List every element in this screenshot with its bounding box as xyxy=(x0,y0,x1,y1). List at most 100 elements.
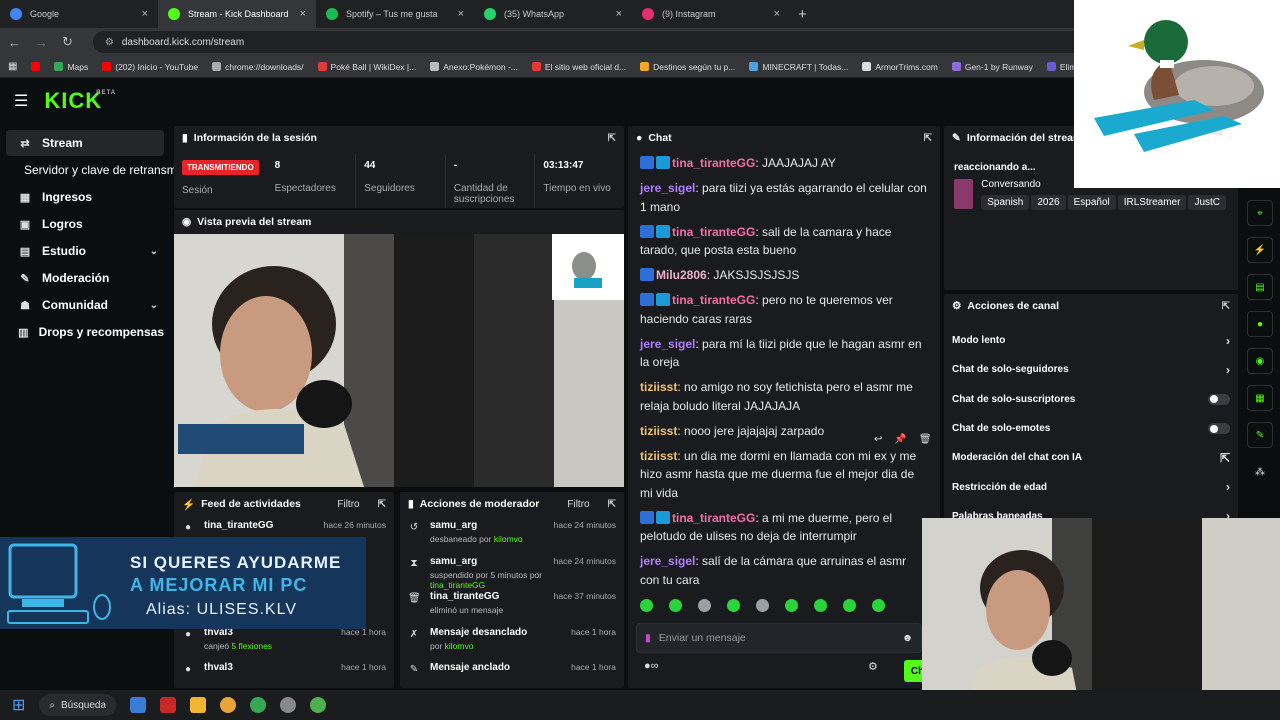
chat-username[interactable]: tiziisst xyxy=(640,449,677,463)
external-link-icon[interactable]: ⇱ xyxy=(1220,451,1230,465)
channel-action-row[interactable]: Modo lento › xyxy=(944,326,1238,355)
target-icon[interactable]: ⌖ xyxy=(1247,200,1273,226)
chat-message[interactable]: Milu2806: JAKSJSJSJSJS xyxy=(640,266,928,285)
sidebar-item[interactable]: ▥ Drops y recompensas xyxy=(6,319,164,345)
emote-icon[interactable] xyxy=(814,599,827,612)
chevron-right-icon[interactable]: › xyxy=(1226,334,1230,348)
task-view-icon[interactable] xyxy=(130,697,147,713)
chat-username[interactable]: tina_tiranteGG xyxy=(672,511,755,525)
clipboard-icon[interactable]: ▤ xyxy=(1247,274,1273,300)
chevron-right-icon[interactable]: › xyxy=(1226,480,1230,494)
chat-username[interactable]: tina_tiranteGG xyxy=(672,156,755,170)
drops-icon[interactable]: ⁂ xyxy=(1247,459,1273,485)
kick-logo[interactable]: KICK BETA xyxy=(44,88,115,114)
sidebar-item[interactable]: ⇄ Stream xyxy=(6,130,164,156)
reload-icon[interactable]: ↻ xyxy=(62,34,73,50)
close-tab-icon[interactable]: × xyxy=(616,8,622,20)
expand-icon[interactable]: ⇱ xyxy=(608,133,616,144)
sidebar-item[interactable]: ▣ Logros xyxy=(6,211,164,237)
channel-action-row[interactable]: Chat de solo-emotes xyxy=(944,414,1238,443)
chat-message-list[interactable]: tina_tiranteGG: JAAJAJAJ AY jere_sigel: p… xyxy=(628,150,940,589)
site-info-icon[interactable]: ⚙ xyxy=(105,37,114,48)
stream-tag[interactable]: IRLStreamer xyxy=(1117,195,1187,210)
chevron-down-icon[interactable]: ⌄ xyxy=(150,246,158,257)
expand-icon[interactable]: ⇱ xyxy=(378,499,386,510)
chevron-right-icon[interactable]: › xyxy=(1226,509,1230,518)
chat-username[interactable]: tina_tiranteGG xyxy=(672,293,755,307)
sidebar-item[interactable]: ▤ Estudio ⌄ xyxy=(6,238,164,264)
item-detail-highlight[interactable]: tina_tiranteGG xyxy=(430,580,485,590)
chat-username[interactable]: jere_sigel xyxy=(640,337,695,351)
sidebar-item[interactable]: ▦ Ingresos xyxy=(6,184,164,210)
chat-input[interactable]: ▮ Enviar un mensaje ☻ xyxy=(636,623,922,653)
back-icon[interactable]: ← xyxy=(8,35,21,50)
bookmark-item[interactable]: El sitio web oficial d... xyxy=(531,62,626,72)
list-item[interactable]: ● thval3 hace 1 hora xyxy=(174,658,394,688)
stream-tag[interactable]: JustC xyxy=(1188,195,1226,210)
apps-icon[interactable]: ▦ xyxy=(8,61,17,72)
chat-message[interactable]: tiziisst: un dia me dormi en llamada con… xyxy=(640,447,928,503)
settings-gear-icon[interactable]: ⚙ xyxy=(868,660,878,673)
close-tab-icon[interactable]: × xyxy=(774,8,780,20)
bookmark-item[interactable]: chrome://downloads/ xyxy=(212,62,304,72)
filter-button[interactable]: Filtro xyxy=(337,499,359,510)
bookmark-item[interactable]: Destinos según tu p... xyxy=(640,62,735,72)
bookmark-youtube-icon[interactable] xyxy=(31,62,41,71)
bookmark-item[interactable]: Poké Ball | WikiDex |... xyxy=(317,62,416,72)
list-item[interactable]: ✗ Mensaje desanclado por kilomvo hace 1 hor… xyxy=(400,623,624,659)
browser-tab[interactable]: Google × xyxy=(0,0,158,28)
browser-tab[interactable]: Spotify – Tus me gusta × xyxy=(316,0,474,28)
stream-tag[interactable]: Español xyxy=(1067,195,1116,210)
file-explorer-icon[interactable] xyxy=(190,697,207,713)
reply-icon[interactable]: ↩ xyxy=(874,434,882,445)
chat-message[interactable]: tina_tiranteGG: pero no te queremos ver … xyxy=(640,291,928,328)
taskbar-search[interactable]: ⌕ Búsqueda xyxy=(39,694,117,716)
emote-icon[interactable] xyxy=(698,599,711,612)
chat-message[interactable]: jere_sigel: para mí la tiizi pide que le… xyxy=(640,335,928,372)
expand-icon[interactable]: ⇱ xyxy=(608,499,616,510)
chat-message[interactable]: tina_tiranteGG: JAAJAJAJ AY xyxy=(640,154,928,173)
wrench-icon[interactable]: ✎ xyxy=(1247,422,1273,448)
bolt-icon[interactable]: ⚡ xyxy=(1247,237,1273,263)
chrome-alt-icon[interactable] xyxy=(310,697,327,713)
item-detail-highlight[interactable]: kilomvo xyxy=(494,534,523,544)
copy-icon[interactable]: ▦ xyxy=(1247,385,1273,411)
settings-icon[interactable] xyxy=(280,697,297,713)
bookmark-item[interactable]: ArmorTrims.com xyxy=(862,62,938,72)
chat-username[interactable]: jere_sigel xyxy=(640,181,695,195)
stream-tag[interactable]: Spanish xyxy=(981,195,1030,210)
close-tab-icon[interactable]: × xyxy=(300,8,306,20)
chat-message[interactable]: jere_sigel: para tiizi ya estás agarrand… xyxy=(640,179,928,216)
expand-icon[interactable]: ⇱ xyxy=(1222,301,1230,312)
sidebar-item[interactable]: ☗ Comunidad ⌄ xyxy=(6,292,164,318)
channel-points-icon[interactable]: ●∞ xyxy=(644,660,659,672)
chat-message[interactable]: tina_tiranteGG: a mi me duerme, pero el … xyxy=(640,509,928,546)
channel-action-row[interactable]: Restricción de edad › xyxy=(944,472,1238,501)
browser-tab[interactable]: (35) WhatsApp × xyxy=(474,0,632,28)
bookmark-item[interactable]: Maps xyxy=(54,62,88,72)
stream-preview-video[interactable] xyxy=(174,234,624,487)
chat-username[interactable]: tina_tiranteGG xyxy=(672,225,755,239)
sidebar-item[interactable]: ✎ Moderación xyxy=(6,265,164,291)
sidebar-item[interactable]: Servidor y clave de retransmisión xyxy=(6,157,201,183)
new-tab-button[interactable]: + xyxy=(798,6,807,23)
browser-tab[interactable]: Stream - Kick Dashboard × xyxy=(158,0,316,28)
chat-username[interactable]: tiziisst xyxy=(640,424,677,438)
emote-icon[interactable] xyxy=(640,599,653,612)
chat-message[interactable]: tina_tiranteGG: sali de la camara y hace… xyxy=(640,223,928,260)
chat-username[interactable]: jere_sigel xyxy=(640,554,695,568)
list-item[interactable]: ✎ Mensaje anclado hace 1 hora xyxy=(400,658,624,688)
menu-icon[interactable]: ☰ xyxy=(14,91,28,111)
channel-action-row[interactable]: Palabras baneadas › xyxy=(944,502,1238,518)
item-detail-highlight[interactable]: kilomvo xyxy=(445,641,474,651)
filter-button[interactable]: Filtro xyxy=(567,499,589,510)
emote-icon[interactable] xyxy=(872,599,885,612)
chat-username[interactable]: tiziisst xyxy=(640,380,677,394)
chat-username[interactable]: Milu2806 xyxy=(656,268,707,282)
list-item[interactable]: ↺ samu_arg desbaneado por kilomvo hace 24 m… xyxy=(400,516,624,552)
app-red-icon[interactable] xyxy=(160,697,177,713)
expand-icon[interactable]: ⇱ xyxy=(924,133,932,144)
list-item[interactable]: ⧗ samu_arg suspendido por 5 minutos por ti… xyxy=(400,552,624,590)
close-tab-icon[interactable]: × xyxy=(142,8,148,20)
chat-icon[interactable]: ● xyxy=(1247,311,1273,337)
